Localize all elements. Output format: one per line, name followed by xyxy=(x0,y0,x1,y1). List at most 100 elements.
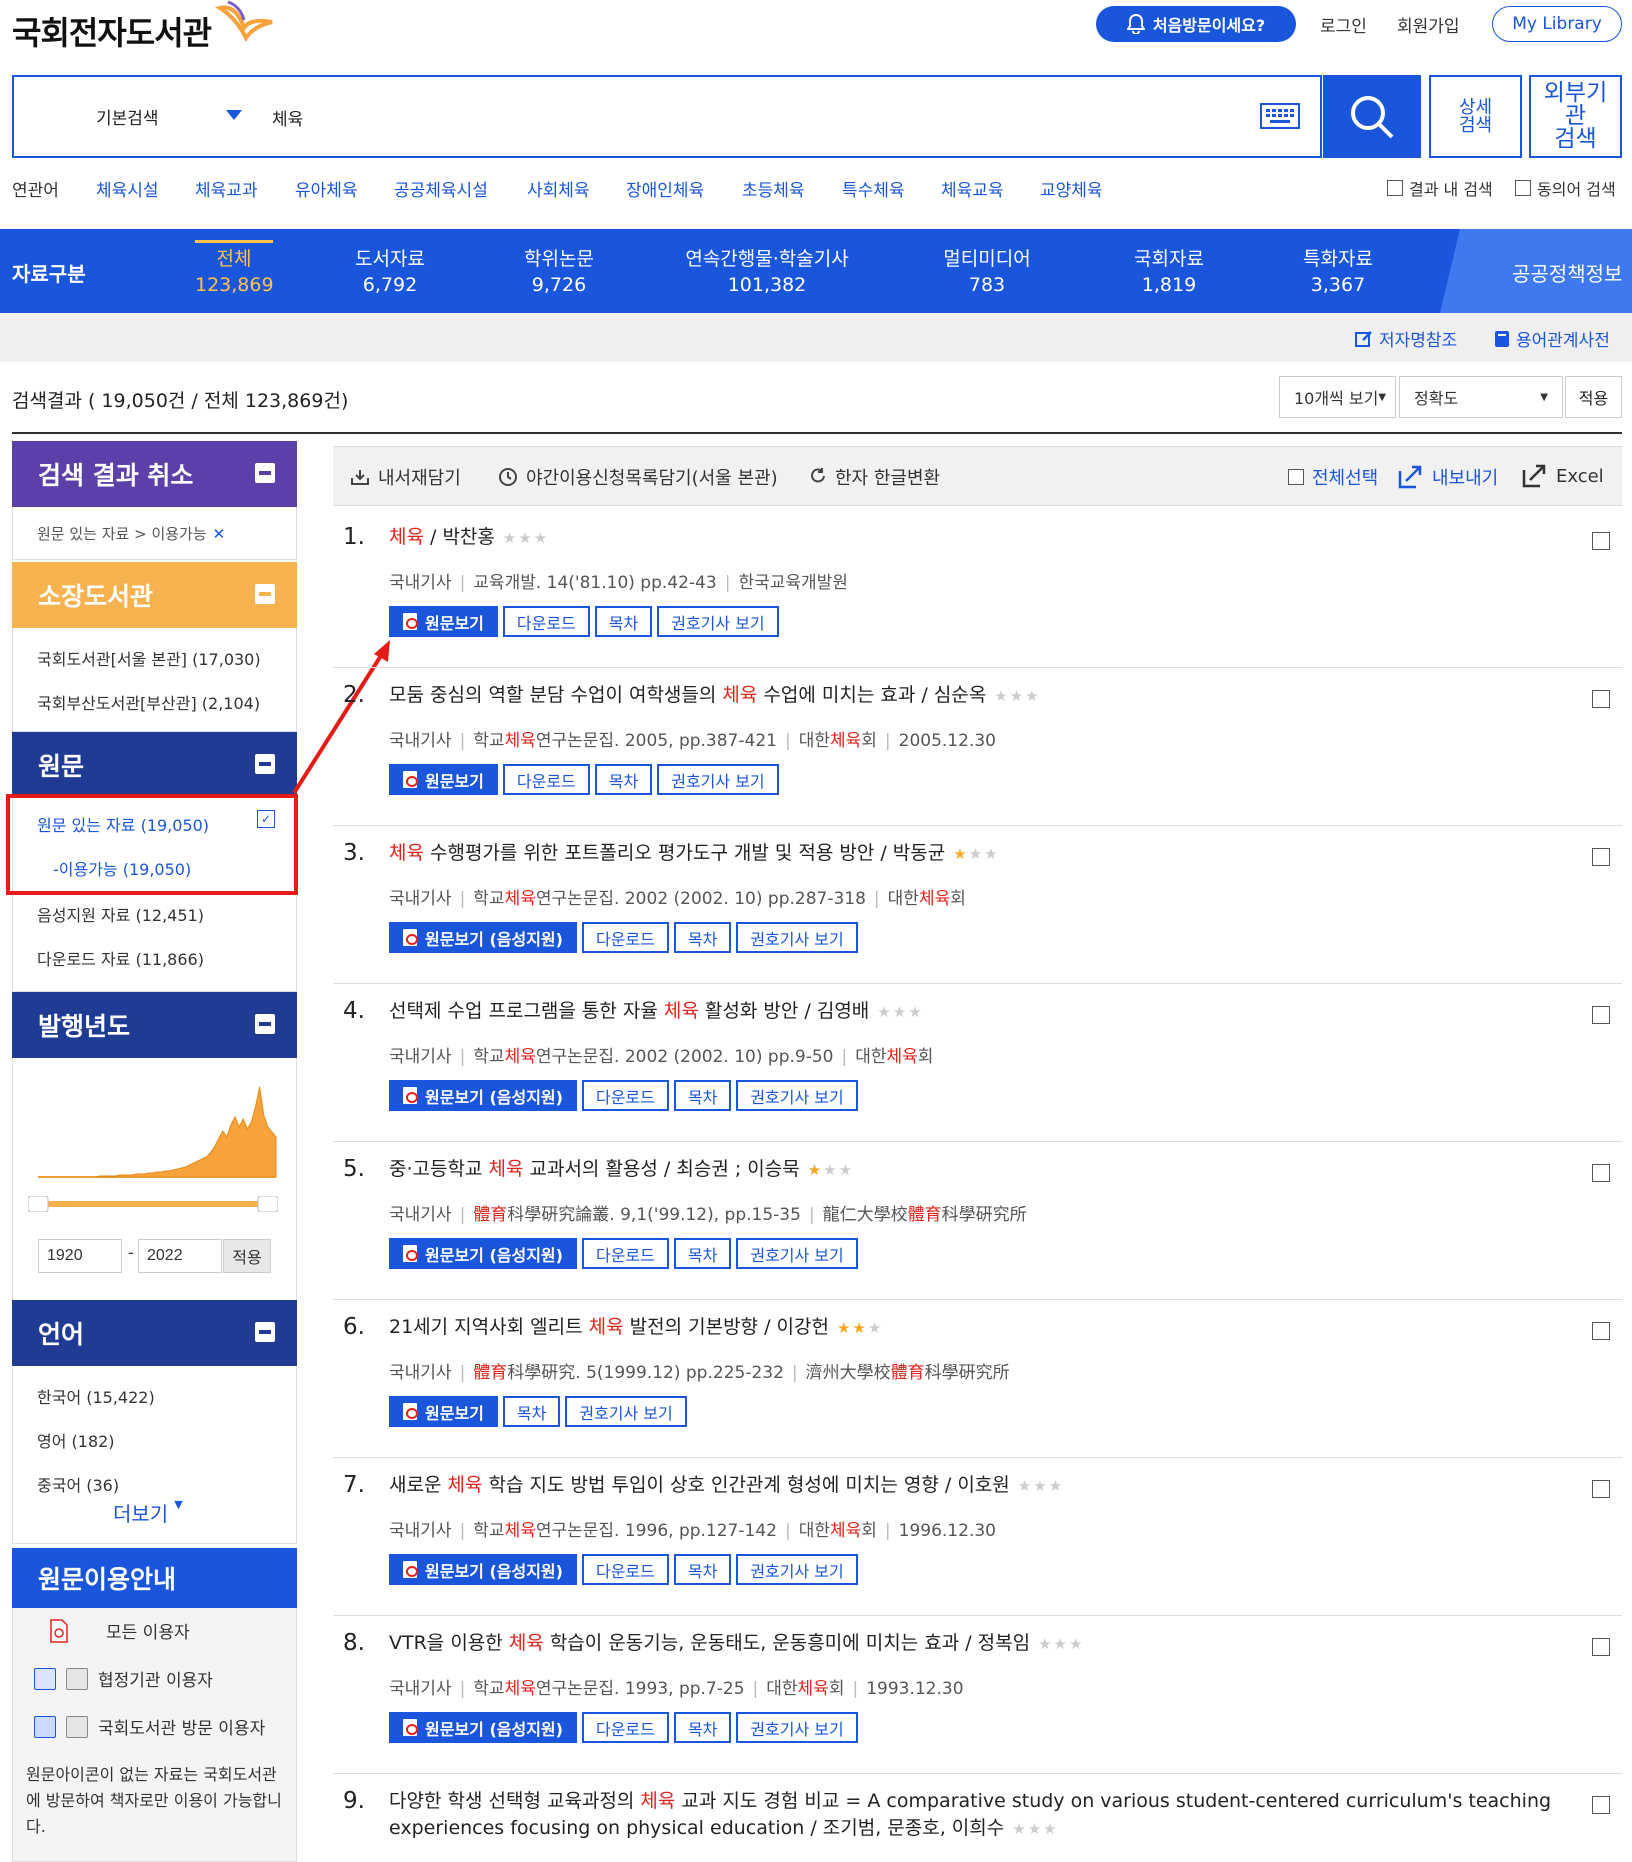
per-page-select[interactable]: 10개씩 보기 ▼ xyxy=(1279,376,1396,418)
view-original-button[interactable]: 원문보기 xyxy=(389,1396,498,1427)
toc-button[interactable]: 목차 xyxy=(502,1396,561,1427)
result-title[interactable]: 체육 / 박찬홍 ★★★ xyxy=(389,524,1559,552)
collapse-icon[interactable] xyxy=(255,463,275,483)
more-button[interactable]: 더보기 ▼ xyxy=(113,1498,183,1527)
library-filter[interactable]: 국회부산도서관[부산관] (2,104) xyxy=(37,690,260,714)
dropdown-arrow-icon[interactable] xyxy=(226,110,242,120)
year-to-input[interactable] xyxy=(138,1239,222,1273)
tab-assembly[interactable]: 국회자료 1,819 xyxy=(1119,246,1219,298)
download-button[interactable]: 다운로드 xyxy=(581,1554,669,1585)
view-original-button[interactable]: 원문보기 (음성지원) xyxy=(389,1238,577,1269)
view-original-button[interactable]: 원문보기 xyxy=(389,606,498,637)
download-button[interactable]: 다운로드 xyxy=(581,1238,669,1269)
issue-articles-button[interactable]: 권호기사 보기 xyxy=(565,1396,687,1427)
result-checkbox[interactable] xyxy=(1592,532,1610,550)
select-all-checkbox[interactable] xyxy=(1288,469,1304,485)
view-original-button[interactable]: 원문보기 xyxy=(389,764,498,795)
issue-articles-button[interactable]: 권호기사 보기 xyxy=(736,922,858,953)
site-logo[interactable]: 국회전자도서관 xyxy=(12,8,212,54)
issue-articles-button[interactable]: 권호기사 보기 xyxy=(657,606,779,637)
result-title[interactable]: 중·고등학교 체육 교과서의 활용성 / 최승권 ; 이승묵 ★★★ xyxy=(389,1156,1559,1184)
login-link[interactable]: 로그인 xyxy=(1320,12,1367,37)
collapse-icon[interactable] xyxy=(255,584,275,604)
select-all-option[interactable]: 전체선택 xyxy=(1288,464,1378,490)
synonym-checkbox[interactable] xyxy=(1515,180,1531,196)
view-original-button[interactable]: 원문보기 (음성지원) xyxy=(389,1712,577,1743)
result-checkbox[interactable] xyxy=(1592,1796,1610,1814)
library-filter[interactable]: 국회도서관[서울 본관] (17,030) xyxy=(37,646,261,670)
collapse-icon[interactable] xyxy=(255,754,275,774)
result-title[interactable]: 체육 수행평가를 위한 포트폴리오 평가도구 개발 및 적용 방안 / 박동균 ★… xyxy=(389,840,1559,868)
active-filter[interactable]: 원문 있는 자료 > 이용가능 ✕ xyxy=(37,523,225,544)
result-checkbox[interactable] xyxy=(1592,1480,1610,1498)
toc-button[interactable]: 목차 xyxy=(594,764,653,795)
issue-articles-button[interactable]: 권호기사 보기 xyxy=(736,1238,858,1269)
related-term[interactable]: 유아체육 xyxy=(295,176,358,201)
year-range-slider[interactable] xyxy=(28,1196,278,1212)
related-term[interactable]: 장애인체육 xyxy=(626,176,704,201)
result-checkbox[interactable] xyxy=(1592,1006,1610,1024)
download-button[interactable]: 다운로드 xyxy=(581,1712,669,1743)
download-button[interactable]: 다운로드 xyxy=(502,606,590,637)
remove-filter-icon[interactable]: ✕ xyxy=(213,525,226,543)
issue-articles-button[interactable]: 권호기사 보기 xyxy=(736,1080,858,1111)
tab-theses[interactable]: 학위논문 9,726 xyxy=(509,246,609,298)
result-title[interactable]: 선택제 수업 프로그램을 통한 자율 체육 활성화 방안 / 김영배 ★★★ xyxy=(389,998,1559,1026)
slider-handle-start[interactable] xyxy=(28,1196,49,1212)
view-original-button[interactable]: 원문보기 (음성지원) xyxy=(389,1080,577,1111)
result-checkbox[interactable] xyxy=(1592,848,1610,866)
result-title[interactable]: VTR을 이용한 체육 학습이 운동기능, 운동태도, 운동흥미에 미치는 효과… xyxy=(389,1630,1559,1658)
toc-button[interactable]: 목차 xyxy=(673,1712,732,1743)
download-button[interactable]: 다운로드 xyxy=(502,764,590,795)
advanced-search-button[interactable]: 상세 검색 xyxy=(1429,75,1522,158)
tab-special[interactable]: 특화자료 3,367 xyxy=(1288,246,1388,298)
export-button[interactable]: 내보내기 xyxy=(1398,464,1498,490)
within-results-checkbox[interactable] xyxy=(1387,180,1403,196)
keyboard-icon[interactable] xyxy=(1260,103,1300,129)
author-ref-link[interactable]: 저자명참조 xyxy=(1355,326,1457,351)
download-button[interactable]: 다운로드 xyxy=(581,922,669,953)
view-original-button[interactable]: 원문보기 (음성지원) xyxy=(389,922,577,953)
signup-link[interactable]: 회원가입 xyxy=(1397,12,1460,37)
result-title[interactable]: 모둠 중심의 역할 분담 수업이 여학생들의 체육 수업에 미치는 효과 / 심… xyxy=(389,682,1559,710)
related-term[interactable]: 사회체육 xyxy=(527,176,590,201)
language-filter[interactable]: 중국어 (36) xyxy=(37,1472,119,1496)
related-term[interactable]: 초등체육 xyxy=(742,176,805,201)
issue-articles-button[interactable]: 권호기사 보기 xyxy=(657,764,779,795)
search-input[interactable] xyxy=(272,92,1232,142)
result-checkbox[interactable] xyxy=(1592,690,1610,708)
term-dict-link[interactable]: 용어관계사전 xyxy=(1494,326,1610,351)
slider-handle-end[interactable] xyxy=(257,1196,278,1212)
tab-books[interactable]: 도서자료 6,792 xyxy=(340,246,440,298)
apply-sort-button[interactable]: 적용 xyxy=(1565,376,1622,418)
year-from-input[interactable] xyxy=(38,1239,122,1273)
issue-articles-button[interactable]: 권호기사 보기 xyxy=(736,1712,858,1743)
toc-button[interactable]: 목차 xyxy=(673,1080,732,1111)
policy-info-label[interactable]: 공공정책정보 xyxy=(1512,258,1622,287)
related-term[interactable]: 특수체육 xyxy=(842,176,905,201)
language-filter[interactable]: 한국어 (15,422) xyxy=(37,1384,155,1408)
night-request-button[interactable]: 야간이용신청목록담기(서울 본관) xyxy=(498,464,778,490)
toc-button[interactable]: 목차 xyxy=(594,606,653,637)
within-results-option[interactable]: 결과 내 검색 xyxy=(1387,176,1493,200)
result-title[interactable]: 21세기 지역사회 엘리트 체육 발전의 기본방향 / 이강헌 ★★★ xyxy=(389,1314,1559,1342)
first-visit-button[interactable]: 처음방문이세요? xyxy=(1096,6,1296,42)
related-term[interactable]: 교양체육 xyxy=(1040,176,1103,201)
tab-multimedia[interactable]: 멀티미디어 783 xyxy=(937,246,1037,298)
tab-serials[interactable]: 연속간행물·학술기사 101,382 xyxy=(677,246,857,298)
collapse-icon[interactable] xyxy=(255,1322,275,1342)
search-button[interactable] xyxy=(1323,75,1421,158)
related-term[interactable]: 체육교육 xyxy=(941,176,1004,201)
related-term[interactable]: 체육시설 xyxy=(96,176,159,201)
result-checkbox[interactable] xyxy=(1592,1638,1610,1656)
collapse-icon[interactable] xyxy=(255,1014,275,1034)
voice-filter[interactable]: 음성지원 자료 (12,451) xyxy=(37,902,204,926)
download-filter[interactable]: 다운로드 자료 (11,866) xyxy=(37,946,204,970)
external-search-button[interactable]: 외부기 관 검색 xyxy=(1529,75,1622,158)
excel-button[interactable]: Excel xyxy=(1522,464,1604,488)
download-button[interactable]: 다운로드 xyxy=(581,1080,669,1111)
toc-button[interactable]: 목차 xyxy=(673,922,732,953)
save-to-library-button[interactable]: 내서재담기 xyxy=(350,464,461,490)
result-checkbox[interactable] xyxy=(1592,1322,1610,1340)
toc-button[interactable]: 목차 xyxy=(673,1554,732,1585)
